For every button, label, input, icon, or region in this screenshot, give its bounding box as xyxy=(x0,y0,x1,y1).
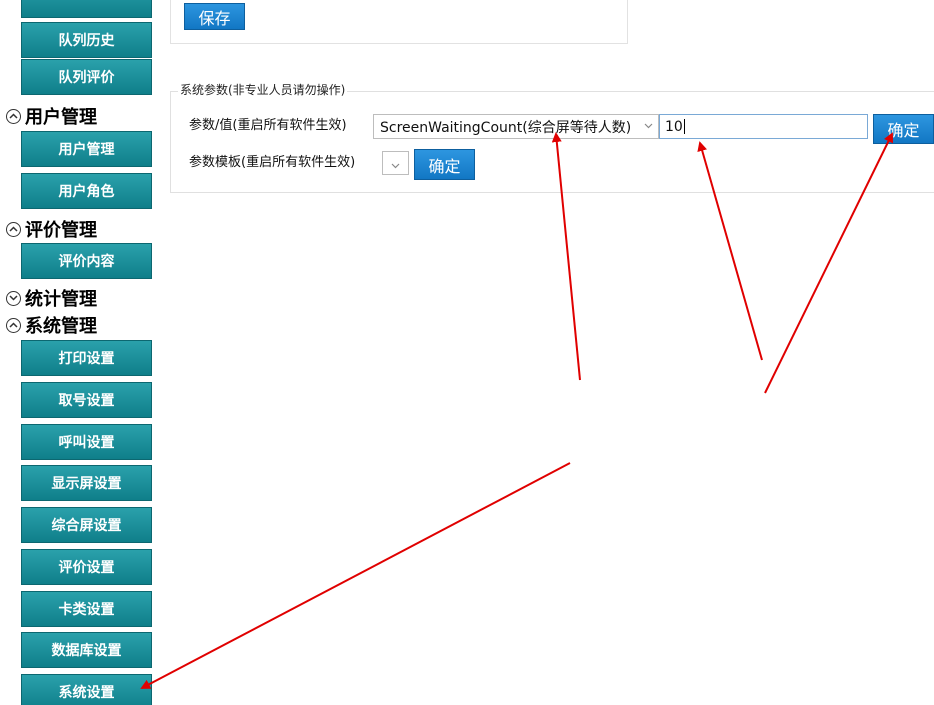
chevron-up-icon xyxy=(6,108,21,124)
sidebar-item-card-settings[interactable]: 卡类设置 xyxy=(21,591,152,627)
sidebar: 队列历史 队列评价 用户管理 用户管理 用户角色 评价管理 评价内容 统计管理 xyxy=(0,0,170,705)
group-label: 统计管理 xyxy=(25,289,97,310)
param-select-value: ScreenWaitingCount(综合屏等待人数) xyxy=(380,119,632,136)
sidebar-item-evaluation-content[interactable]: 评价内容 xyxy=(21,243,152,279)
sidebar-item-queue-history[interactable]: 队列历史 xyxy=(21,22,152,58)
sidebar-item-print-settings[interactable]: 打印设置 xyxy=(21,340,152,376)
group-label: 评价管理 xyxy=(25,220,97,241)
sidebar-item-prev-cutoff[interactable] xyxy=(21,0,152,18)
chevron-up-icon xyxy=(6,221,21,237)
sidebar-item-user-role[interactable]: 用户角色 xyxy=(21,173,152,209)
chevron-down-icon xyxy=(642,119,654,133)
group-label: 系统管理 xyxy=(25,316,97,337)
group-label: 用户管理 xyxy=(25,107,97,128)
app-window: 队列历史 队列评价 用户管理 用户管理 用户角色 评价管理 评价内容 统计管理 xyxy=(0,0,934,705)
group-user-management[interactable]: 用户管理 xyxy=(6,105,97,128)
arrow-to-system-settings xyxy=(140,462,571,689)
group-statistics-management[interactable]: 统计管理 xyxy=(6,287,97,310)
chevron-up-icon xyxy=(6,317,21,333)
param-value-input[interactable]: 10 xyxy=(659,114,868,139)
param-value-text: 10 xyxy=(665,118,683,135)
sidebar-item-evaluation-settings[interactable]: 评价设置 xyxy=(21,549,152,585)
template-select[interactable] xyxy=(382,151,409,175)
group-system-management[interactable]: 系统管理 xyxy=(6,314,97,337)
sidebar-item-display-settings[interactable]: 显示屏设置 xyxy=(21,465,152,501)
param-confirm-button[interactable]: 确定 xyxy=(873,114,934,144)
sidebar-item-composite-screen-settings[interactable]: 综合屏设置 xyxy=(21,507,152,543)
template-confirm-button[interactable]: 确定 xyxy=(414,149,475,180)
sidebar-item-queue-evaluation[interactable]: 队列评价 xyxy=(21,59,152,95)
system-params-legend: 系统参数(非专业人员请勿操作) xyxy=(178,81,348,99)
sidebar-item-ticket-settings[interactable]: 取号设置 xyxy=(21,382,152,418)
system-params-fieldset xyxy=(170,91,934,193)
chevron-down-icon xyxy=(391,154,400,173)
sidebar-item-database-settings[interactable]: 数据库设置 xyxy=(21,632,152,668)
template-label: 参数模板(重启所有软件生效) xyxy=(189,155,356,170)
save-button[interactable]: 保存 xyxy=(184,3,245,30)
param-select[interactable]: ScreenWaitingCount(综合屏等待人数) xyxy=(373,114,659,139)
param-value-label: 参数/值(重启所有软件生效) xyxy=(189,118,347,133)
sidebar-item-user-management[interactable]: 用户管理 xyxy=(21,131,152,167)
group-evaluation-management[interactable]: 评价管理 xyxy=(6,218,97,241)
text-caret xyxy=(683,119,685,134)
chevron-down-icon xyxy=(6,290,21,306)
sidebar-item-system-settings[interactable]: 系统设置 xyxy=(21,674,152,705)
sidebar-item-call-settings[interactable]: 呼叫设置 xyxy=(21,424,152,460)
